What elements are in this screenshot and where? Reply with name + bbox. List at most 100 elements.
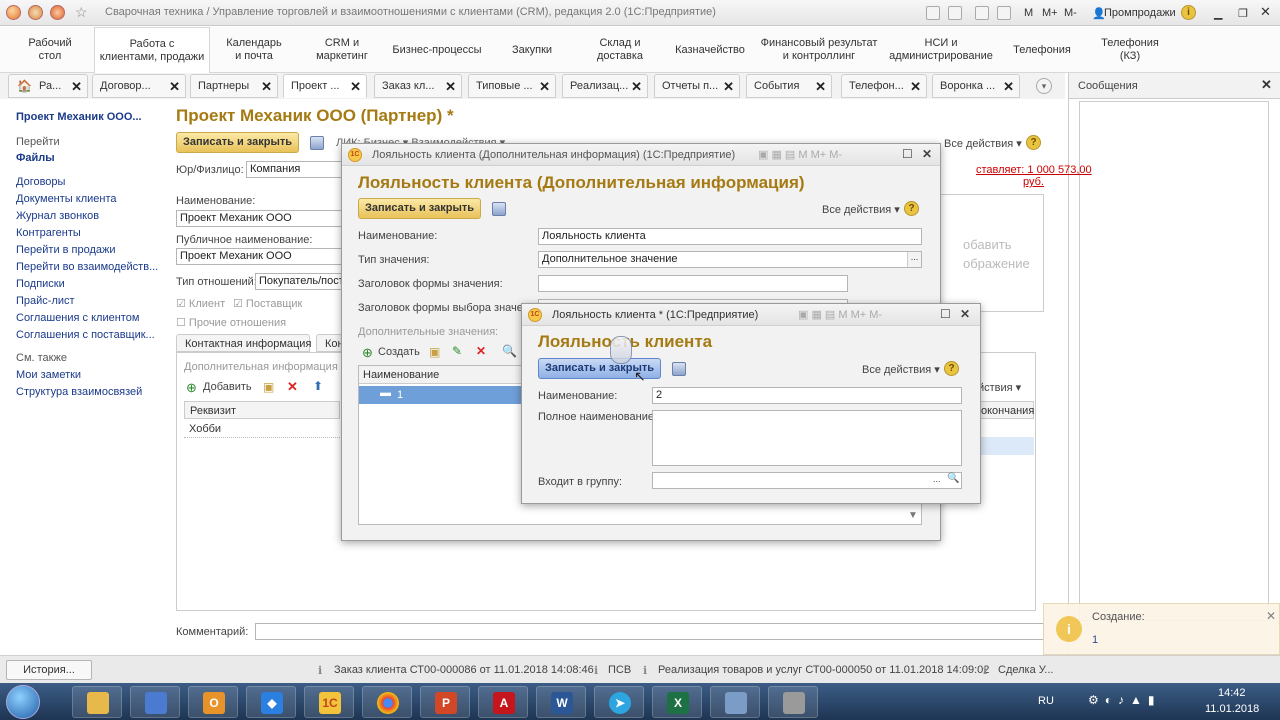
- tab-typical[interactable]: Типовые ... ✕: [468, 74, 556, 98]
- close-icon[interactable]: ✕: [1261, 77, 1272, 93]
- help-icon[interactable]: ?: [904, 201, 919, 216]
- history-icon[interactable]: [50, 5, 65, 20]
- history-button[interactable]: История...: [6, 660, 92, 680]
- close-icon[interactable]: ✕: [169, 79, 180, 95]
- nav-item[interactable]: Соглашения с клиентом: [16, 312, 139, 324]
- nav-item[interactable]: Структура взаимосвязей: [16, 386, 142, 398]
- close-icon[interactable]: ✕: [1003, 79, 1014, 95]
- tab-order[interactable]: Заказ кл... ✕: [374, 74, 462, 98]
- nav-item[interactable]: Прайс-лист: [16, 295, 75, 307]
- section-treasury[interactable]: Казначейство: [668, 27, 752, 73]
- copy-icon[interactable]: ▣: [429, 345, 440, 359]
- taskbar-chrome[interactable]: [362, 686, 412, 718]
- nav-files[interactable]: Файлы: [16, 152, 55, 164]
- help-icon[interactable]: i: [1181, 5, 1196, 20]
- partner-save-close-button[interactable]: Записать и закрыть: [176, 132, 300, 153]
- nav-item[interactable]: Перейти во взаимодейств...: [16, 261, 158, 273]
- value-group-field[interactable]: [652, 472, 962, 489]
- name-field[interactable]: Проект Механик ООО: [176, 210, 342, 227]
- section-calendar[interactable]: Календарь и почта: [215, 27, 293, 73]
- nav-item[interactable]: Соглашения с поставщик...: [16, 329, 155, 341]
- close-icon[interactable]: ✕: [631, 79, 642, 95]
- section-telephony-kz[interactable]: Телефония (КЗ): [1095, 27, 1165, 73]
- scroll-down-icon[interactable]: ▼: [908, 510, 918, 521]
- add-button[interactable]: Добавить: [203, 381, 252, 393]
- supplier-checkbox[interactable]: ☑ Поставщик: [233, 297, 302, 310]
- right-actions[interactable]: йствия ▾: [978, 381, 1021, 394]
- taskbar-explorer[interactable]: [72, 686, 122, 718]
- taskbar-word[interactable]: W: [536, 686, 586, 718]
- window-toolbar-icons[interactable]: ▣ ▦ ▤ M M+ M-: [798, 308, 882, 321]
- nav-title[interactable]: Проект Механик ООО...: [16, 111, 142, 123]
- mminus-button[interactable]: M-: [1064, 7, 1077, 19]
- section-desktop[interactable]: Рабочий стол: [10, 27, 90, 73]
- language-indicator[interactable]: RU: [1038, 695, 1054, 707]
- tab-sales[interactable]: Реализац... ✕: [562, 74, 648, 98]
- value-full-field[interactable]: [652, 410, 962, 466]
- clock-time[interactable]: 14:42: [1218, 687, 1246, 699]
- other-checkbox[interactable]: ☐ Прочие отношения: [176, 316, 286, 329]
- maximize-icon[interactable]: ☐: [940, 307, 951, 321]
- save-icon[interactable]: [492, 202, 506, 216]
- section-nsi[interactable]: НСИ и администрирование: [885, 27, 997, 73]
- loyalty-create-button[interactable]: Создать: [378, 346, 420, 358]
- legal-select[interactable]: Компания: [246, 161, 342, 178]
- tab-desktop[interactable]: 🏠 Ра... ✕: [8, 74, 88, 98]
- taskbar-telegram[interactable]: ➤: [594, 686, 644, 718]
- tab-events[interactable]: События ✕: [746, 74, 832, 98]
- start-button[interactable]: [6, 685, 40, 719]
- section-financial[interactable]: Финансовый результат и контроллинг: [757, 27, 881, 73]
- m-button[interactable]: M: [1024, 7, 1033, 19]
- close-icon[interactable]: ✕: [960, 307, 970, 321]
- tab-contact-info[interactable]: Контактная информация: [176, 334, 311, 352]
- maximize-icon[interactable]: ❐: [1238, 7, 1248, 20]
- close-icon[interactable]: ✕: [1266, 609, 1276, 623]
- taskbar-app[interactable]: [130, 686, 180, 718]
- taskbar-1c[interactable]: 1С: [304, 686, 354, 718]
- nav-item[interactable]: Мои заметки: [16, 369, 81, 381]
- section-business-processes[interactable]: Бизнес-процессы: [390, 27, 484, 73]
- choose-button[interactable]: ...: [907, 252, 921, 267]
- close-icon[interactable]: ✕: [539, 79, 550, 95]
- section-clients-sales[interactable]: Работа с клиентами, продажи: [94, 27, 210, 74]
- tabs-overflow-icon[interactable]: ▾: [1036, 78, 1052, 94]
- add-icon[interactable]: ⊕: [186, 380, 197, 396]
- close-icon[interactable]: ✕: [910, 79, 921, 95]
- calendar-icon[interactable]: [997, 6, 1011, 20]
- taskbar-outlook[interactable]: O: [188, 686, 238, 718]
- loyalty-save-close-button[interactable]: Записать и закрыть: [358, 198, 482, 219]
- debt-currency[interactable]: руб.: [1023, 176, 1044, 188]
- nav-item[interactable]: Подписки: [16, 278, 65, 290]
- toolbar-icon-2[interactable]: [948, 6, 962, 20]
- nav-item[interactable]: Журнал звонков: [16, 210, 99, 222]
- toolbar-icon-1[interactable]: [926, 6, 940, 20]
- notification-link[interactable]: 1: [1092, 634, 1098, 646]
- help-icon[interactable]: ?: [1026, 135, 1041, 150]
- col-requisite[interactable]: Реквизит: [184, 401, 340, 419]
- loyalty-type-field[interactable]: Дополнительное значение: [538, 251, 922, 268]
- edit-icon[interactable]: ✎: [452, 344, 462, 358]
- loyalty-all-actions[interactable]: Все действия ▾: [822, 203, 900, 216]
- favorite-star-icon[interactable]: ☆: [75, 4, 88, 21]
- maximize-icon[interactable]: ☐: [902, 147, 913, 161]
- loyalty-form-field[interactable]: [538, 275, 848, 292]
- partner-all-actions[interactable]: Все действия ▾: [944, 137, 1022, 150]
- app-logo-icon[interactable]: [6, 5, 21, 20]
- history-item[interactable]: Заказ клиента СТ00-000086 от 11.01.2018 …: [334, 664, 594, 676]
- col-name[interactable]: Наименование: [359, 366, 523, 384]
- close-icon[interactable]: ✕: [1260, 4, 1271, 20]
- taskbar-dropbox[interactable]: ◆: [246, 686, 296, 718]
- tray-icons[interactable]: ⚙◐♪▲▮: [1088, 693, 1161, 707]
- nav-item[interactable]: Контрагенты: [16, 227, 81, 239]
- delete-icon[interactable]: ✕: [476, 344, 486, 358]
- add-icon[interactable]: ⊕: [362, 345, 373, 361]
- tab-partners[interactable]: Партнеры ✕: [190, 74, 278, 98]
- save-icon[interactable]: [310, 136, 324, 150]
- client-checkbox[interactable]: ☑ Клиент: [176, 297, 225, 310]
- value-all-actions[interactable]: Все действия ▾: [862, 363, 940, 376]
- copy-icon[interactable]: ▣: [263, 380, 274, 394]
- close-icon[interactable]: ✕: [71, 79, 82, 95]
- col-end[interactable]: окончания: [976, 401, 1034, 419]
- close-icon[interactable]: ✕: [922, 147, 932, 161]
- clock-date[interactable]: 11.01.2018: [1205, 703, 1259, 715]
